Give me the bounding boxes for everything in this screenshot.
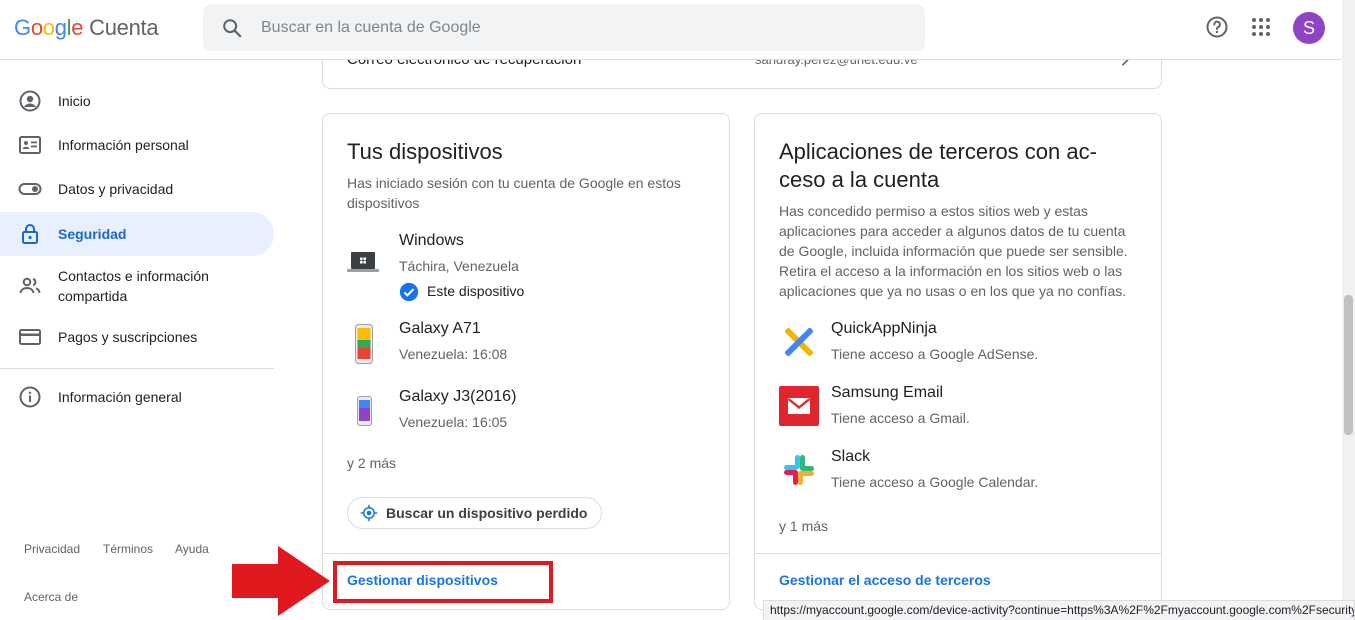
logo-letter: g [54,15,67,40]
sidebar-item-label: Seguridad [58,226,127,242]
red-arrow-icon [232,546,330,616]
logo-letter: o [30,15,43,40]
slack-logo-icon [784,455,814,485]
app-name: QuickAppNinja [831,320,937,337]
page-scrollbar[interactable] [1342,0,1355,620]
device-name: Galaxy A71 [399,320,481,337]
devices-description: Has iniciado sesión con tu cuenta de Goo… [347,175,681,211]
sidebar-item-seguridad[interactable]: Seguridad [0,212,274,256]
sidebar-item-label: Pagos y suscripciones [58,329,198,345]
phone-icon [355,324,373,364]
sidebar-item-datos-privacidad[interactable]: Datos y privacidad [0,174,274,204]
sidebar-item-inicio[interactable]: Inicio [0,86,274,116]
sidebar-item-label: Información personal [58,137,189,153]
sidebar-item-label: Inicio [58,93,91,109]
quickappninja-logo-icon [784,327,814,357]
info-icon [19,386,41,408]
manage-third-party-link[interactable]: Gestionar el acceso de terceros [779,572,991,588]
id-card-icon [19,136,41,154]
search-icon[interactable] [221,17,243,39]
app-access: Tiene acceso a Gmail. [831,410,970,426]
device-name: Galaxy J3(2016) [399,388,517,405]
device-location: Venezuela: 16:08 [399,346,508,362]
sidebar-item-label: Datos y privacidad [58,181,174,197]
sidebar-item-informacion-general[interactable]: Información general [0,382,274,412]
footer-help-link[interactable]: Ayuda [175,542,209,556]
people-icon [19,277,41,294]
device-location: Táchira, Venezuela [399,258,519,274]
samsung-email-logo-icon [779,386,819,426]
device-name: Windows [399,232,464,249]
devices-card: Tus dispositivos Has iniciado sesión con… [322,113,730,610]
product-name: Cuenta [89,15,159,40]
sidebar-item-label: Contactos e información compartida [58,268,209,304]
third-party-title-line1: Aplicaciones de terceros con ac- [779,139,1097,164]
app-name: Samsung Email [831,384,944,401]
app-access: Tiene acceso a Google Calendar. [831,474,1039,490]
help-icon[interactable] [1205,15,1229,39]
credit-card-icon [19,329,41,345]
sidebar-item-pagos[interactable]: Pagos y suscripciones [0,322,274,352]
highlight-box [333,561,553,603]
phone-icon [357,396,372,426]
third-party-card: Aplicaciones de terceros con ac- ceso a … [754,113,1162,610]
toggle-icon [18,183,42,195]
account-circle-icon [19,90,41,112]
devices-title: Tus dispositivos [347,139,503,164]
find-lost-device-button[interactable]: Buscar un dispositivo perdido [347,497,603,529]
device-location: Venezuela: 16:05 [399,414,508,430]
laptop-icon [347,252,379,272]
devices-more-count: y 2 más [347,455,397,471]
third-party-description: Has concedido permiso a estos sitios web… [779,203,1128,299]
lock-icon [22,224,38,244]
sidebar-item-contactos[interactable]: Contactos e información compartida [0,264,274,308]
link-status-bar: https://myaccount.google.com/device-acti… [763,600,1355,620]
this-device-badge: Este dispositivo [427,283,525,299]
app-access: Tiene acceso a Google AdSense. [831,346,1039,362]
search-bar[interactable] [203,4,925,51]
footer-privacy-link[interactable]: Privacidad [24,542,80,556]
check-circle-icon [399,282,419,302]
scrollbar-thumb[interactable] [1344,295,1353,435]
location-target-icon [360,504,378,522]
google-account-logo[interactable]: Google Cuenta [14,15,159,41]
sidebar-item-label: Información general [58,389,182,405]
avatar[interactable]: S [1293,12,1325,44]
footer-about-link[interactable]: Acerca de [24,590,78,604]
search-input[interactable] [261,14,901,42]
footer-terms-link[interactable]: Términos [103,542,153,556]
find-lost-device-label: Buscar un dispositivo perdido [386,505,588,521]
logo-letter: o [42,15,55,40]
sidebar-divider [0,368,274,369]
apps-grid-icon[interactable] [1249,15,1273,39]
logo-letter: e [71,15,84,40]
top-bar: GoogleCuenta S [0,0,1342,60]
sidebar-item-informacion-personal[interactable]: Información personal [0,130,274,160]
sidebar-nav: Inicio Información personal Datos y priv… [0,60,280,620]
logo-letter: G [14,15,31,40]
third-party-title-line2: ceso a la cuenta [779,167,940,192]
apps-more-count: y 1 más [779,518,829,534]
app-name: Slack [831,448,871,465]
